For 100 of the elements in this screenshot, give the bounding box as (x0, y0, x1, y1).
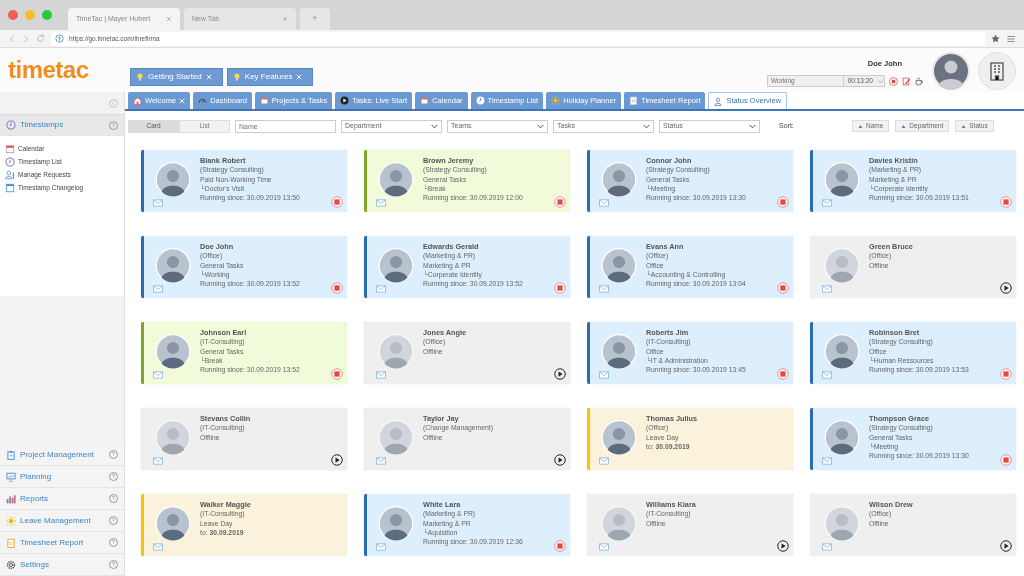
mail-icon[interactable] (153, 456, 163, 465)
stop-button[interactable] (1000, 453, 1012, 466)
mail-icon[interactable] (822, 284, 832, 293)
coffee-cup-icon[interactable] (915, 76, 924, 86)
avatar (599, 162, 639, 197)
document-icon (6, 537, 16, 548)
bar-chart-icon (6, 493, 16, 504)
avatar (376, 162, 416, 197)
mail-icon[interactable] (599, 542, 609, 551)
gauge-icon (198, 96, 208, 105)
stop-button[interactable] (554, 539, 566, 552)
collapse-icon[interactable] (109, 98, 118, 108)
forward-icon[interactable] (22, 34, 30, 43)
calendar-icon (259, 96, 269, 105)
avatar (153, 162, 193, 197)
lightbulb-icon (136, 73, 144, 81)
mail-icon[interactable] (599, 284, 609, 293)
avatar (376, 334, 416, 369)
mail-icon[interactable] (376, 542, 386, 551)
mail-icon[interactable] (376, 198, 386, 207)
stop-button[interactable] (777, 195, 789, 208)
stop-button[interactable] (777, 367, 789, 380)
avatar[interactable] (932, 52, 970, 90)
person-icon (5, 169, 15, 180)
avatar (822, 248, 862, 283)
settings-icon (6, 559, 16, 570)
building-icon (987, 61, 1007, 81)
avatar (822, 334, 862, 369)
stop-button[interactable] (554, 195, 566, 208)
avatar (599, 334, 639, 369)
menu-icon[interactable] (1006, 33, 1016, 44)
play-button[interactable] (1000, 539, 1012, 552)
sort-ascending-icon (858, 123, 863, 129)
close-icon[interactable] (282, 16, 288, 22)
avatar (153, 506, 193, 541)
avatar (599, 248, 639, 283)
document-icon (629, 96, 639, 105)
quick-link-button[interactable]: Key Features (226, 68, 314, 86)
play-button[interactable] (1000, 281, 1012, 294)
play-button[interactable] (554, 453, 566, 466)
play-button[interactable] (554, 367, 566, 380)
stop-button[interactable] (1000, 367, 1012, 380)
stop-button[interactable] (331, 367, 343, 380)
sun-icon (551, 96, 561, 105)
mail-icon[interactable] (376, 370, 386, 379)
avatar (153, 248, 193, 283)
clock-icon (6, 120, 16, 130)
calendar-icon (420, 96, 430, 105)
stop-button[interactable] (331, 281, 343, 294)
avatar (376, 420, 416, 455)
avatar (822, 506, 862, 541)
mail-icon[interactable] (153, 370, 163, 379)
avatar (822, 162, 862, 197)
back-icon[interactable] (8, 34, 16, 43)
avatar (376, 248, 416, 283)
reload-icon[interactable] (36, 34, 45, 43)
avatar (153, 334, 193, 369)
quick-link-button[interactable]: Getting Started (130, 68, 223, 86)
stop-button[interactable] (777, 281, 789, 294)
company-button[interactable] (978, 52, 1016, 90)
sort-ascending-icon (901, 123, 907, 129)
lightbulb-icon (232, 73, 241, 81)
stop-button[interactable] (1000, 195, 1012, 208)
star-icon[interactable] (991, 34, 1000, 43)
mail-icon[interactable] (599, 198, 609, 207)
sort-ascending-icon (961, 123, 967, 129)
mail-icon[interactable] (376, 456, 386, 465)
stop-button[interactable] (889, 76, 898, 86)
avatar (599, 420, 639, 455)
stop-button[interactable] (554, 281, 566, 294)
caret-icon (877, 77, 884, 85)
mail-icon[interactable] (822, 370, 832, 379)
mail-icon[interactable] (822, 198, 832, 207)
avatar (599, 506, 639, 541)
mail-icon[interactable] (822, 456, 832, 465)
clock-icon (5, 156, 15, 167)
mail-icon[interactable] (376, 284, 386, 293)
mail-icon[interactable] (153, 198, 163, 207)
avatar (153, 420, 193, 455)
play-icon (340, 96, 350, 105)
play-button[interactable] (777, 539, 789, 552)
close-icon[interactable] (166, 16, 172, 22)
person-icon (714, 96, 724, 106)
mail-icon[interactable] (153, 542, 163, 551)
clock-icon (475, 96, 485, 105)
sun-icon (6, 515, 16, 526)
mail-icon[interactable] (599, 456, 609, 465)
stop-button[interactable] (331, 195, 343, 208)
new-tab-button[interactable]: + (300, 8, 330, 30)
mail-icon[interactable] (822, 542, 832, 551)
avatar (376, 506, 416, 541)
edit-icon[interactable] (902, 76, 911, 86)
clipboard-icon (6, 449, 16, 460)
window-icon (5, 182, 15, 193)
mail-icon[interactable] (153, 284, 163, 293)
presentation-icon (6, 471, 16, 482)
avatar (822, 420, 862, 455)
site-icon (55, 34, 64, 43)
play-button[interactable] (331, 453, 343, 466)
mail-icon[interactable] (599, 370, 609, 379)
